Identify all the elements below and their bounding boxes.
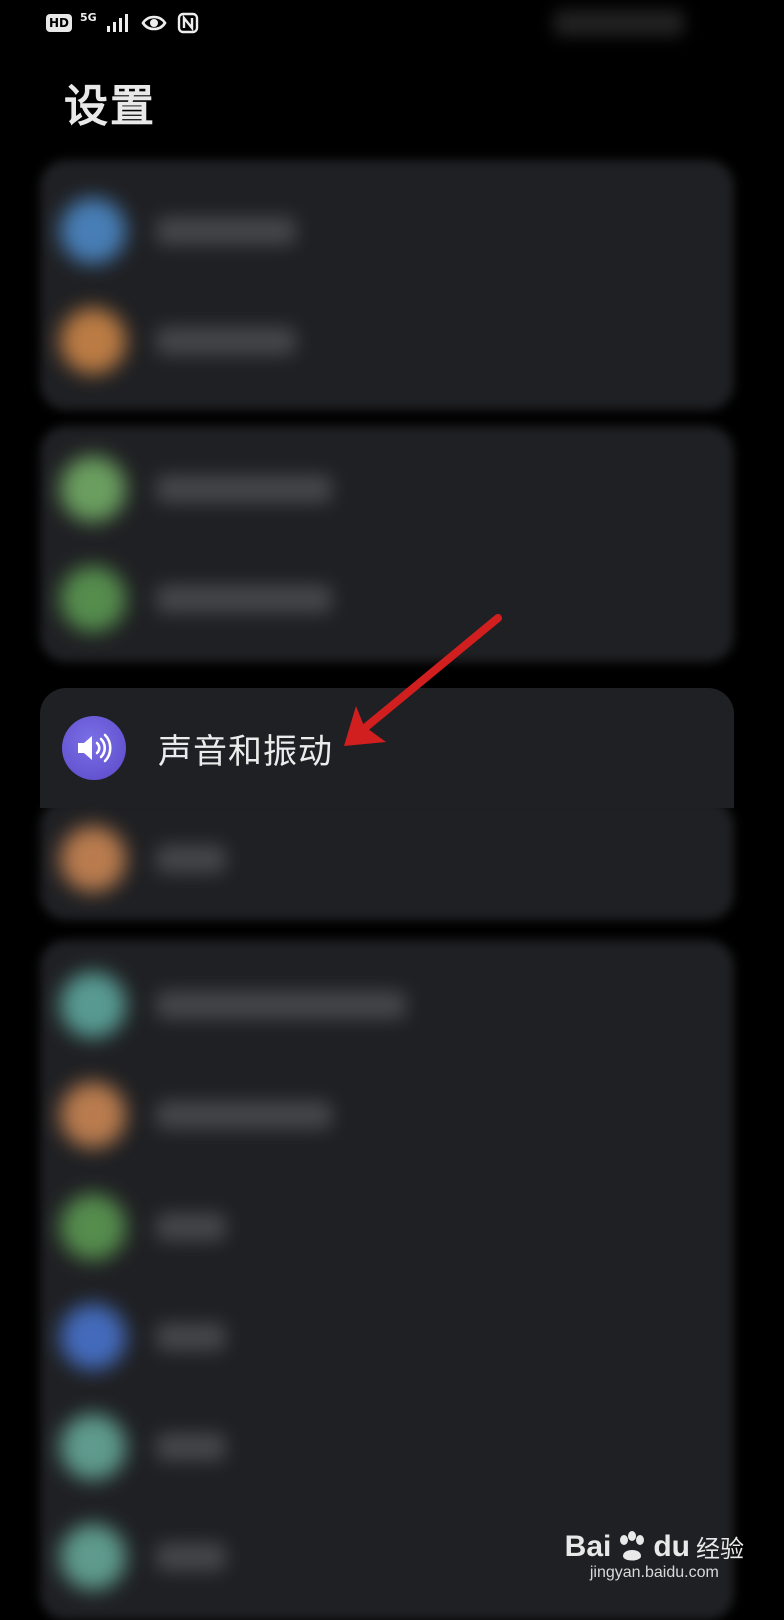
item-icon xyxy=(60,1524,126,1590)
item-icon xyxy=(60,972,126,1038)
item-label-blurred xyxy=(156,991,406,1019)
watermark-brand-right: du xyxy=(653,1529,690,1563)
item-icon xyxy=(60,456,126,522)
baidu-jingyan-watermark: Bai du 经验 jingyan.baidu.com xyxy=(565,1529,744,1582)
speaker-icon xyxy=(62,716,126,780)
item-icon xyxy=(60,566,126,632)
item-label-blurred xyxy=(156,1213,226,1241)
settings-item-blurred[interactable] xyxy=(60,454,332,524)
settings-item-blurred[interactable] xyxy=(60,1412,226,1482)
item-label-blurred xyxy=(156,327,296,355)
watermark-url: jingyan.baidu.com xyxy=(589,1564,719,1581)
item-label-blurred xyxy=(156,1543,226,1571)
settings-item-blurred[interactable] xyxy=(60,970,406,1040)
settings-item-blurred[interactable] xyxy=(60,196,296,266)
item-label-blurred xyxy=(156,1101,332,1129)
eye-comfort-icon xyxy=(141,15,167,31)
settings-item-blurred[interactable] xyxy=(60,1522,226,1592)
settings-item-sound-vibration[interactable]: 声音和振动 xyxy=(62,716,333,780)
status-bar: HD 5G xyxy=(0,0,784,48)
settings-item-blurred[interactable] xyxy=(60,564,332,634)
item-label-blurred xyxy=(156,1433,226,1461)
status-right-blurred xyxy=(554,10,684,36)
item-icon xyxy=(60,1304,126,1370)
hd-badge: HD xyxy=(46,14,73,32)
item-label-blurred xyxy=(156,585,332,613)
sound-vibration-label: 声音和振动 xyxy=(158,731,333,772)
settings-item-blurred[interactable] xyxy=(60,306,296,376)
settings-item-blurred[interactable] xyxy=(60,1080,332,1150)
watermark-logo: Bai du 经验 xyxy=(565,1529,744,1564)
nfc-icon xyxy=(177,12,198,34)
watermark-brand-left: Bai xyxy=(564,1529,612,1563)
paw-icon xyxy=(620,1530,645,1560)
network-type: 5G xyxy=(80,10,97,24)
item-icon xyxy=(60,308,126,374)
item-icon xyxy=(60,1194,126,1260)
settings-item-blurred[interactable] xyxy=(60,824,226,894)
signal-icon xyxy=(106,14,128,32)
item-icon xyxy=(60,826,126,892)
item-label-blurred xyxy=(156,217,296,245)
item-label-blurred xyxy=(156,1323,226,1351)
item-icon xyxy=(60,1414,126,1480)
watermark-product: 经验 xyxy=(696,1535,744,1563)
settings-card-4 xyxy=(40,940,734,1620)
item-icon xyxy=(60,1082,126,1148)
page-title: 设置 xyxy=(64,81,156,132)
settings-item-blurred[interactable] xyxy=(60,1192,226,1262)
status-icons: HD 5G xyxy=(46,10,201,34)
item-icon xyxy=(60,198,126,264)
item-label-blurred xyxy=(156,475,332,503)
settings-item-blurred[interactable] xyxy=(60,1302,226,1372)
annotation-arrow-icon xyxy=(344,614,502,746)
item-label-blurred xyxy=(156,845,226,873)
